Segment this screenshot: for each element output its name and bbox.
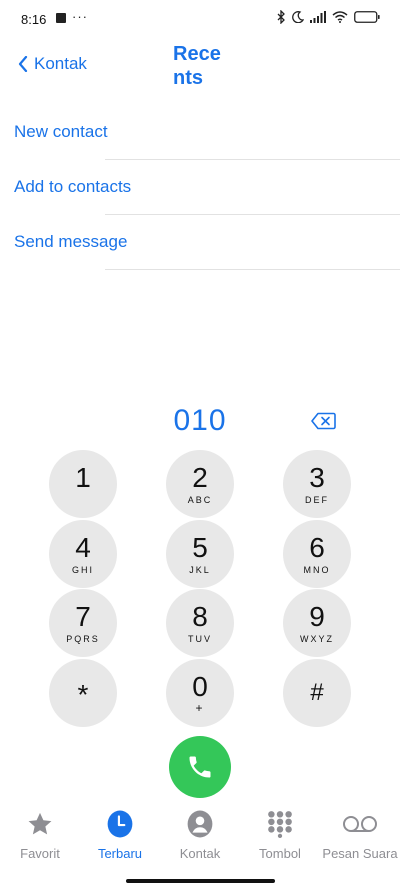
tab-label: Tombol (259, 846, 301, 861)
key-hash[interactable]: # (283, 659, 351, 727)
key-digit: 6 (309, 532, 325, 563)
battery-icon (354, 11, 380, 23)
keypad-icon (268, 811, 292, 838)
key-letters: GHI (71, 565, 94, 575)
tab-label: Favorit (20, 846, 60, 861)
tab-favorit[interactable]: Favorit (0, 806, 80, 861)
wifi-icon (332, 11, 348, 23)
key-1[interactable]: 1 (49, 450, 117, 518)
key-6[interactable]: 6 MNO (283, 520, 351, 588)
key-star[interactable]: * (49, 659, 117, 727)
send-message-label[interactable]: Send message (14, 232, 127, 252)
new-contact-item[interactable]: New contact (0, 105, 400, 160)
key-8[interactable]: 8 TUV (166, 589, 234, 657)
add-to-contacts-label[interactable]: Add to contacts (14, 177, 131, 197)
key-letters: PQRS (66, 634, 100, 644)
page-title: Recents (173, 43, 221, 89)
tab-label: Kontak (179, 846, 221, 861)
key-digit: 7 (75, 601, 91, 632)
tab-kontak[interactable]: Kontak (160, 806, 240, 861)
voicemail-icon (343, 816, 377, 832)
status-time: 8:16 (21, 12, 47, 27)
send-message-item[interactable]: Send message (0, 215, 400, 270)
call-button[interactable] (169, 736, 231, 798)
status-bar: 8:16 ··· (0, 0, 400, 38)
key-digit: 1 (75, 462, 91, 493)
key-digit: 4 (75, 532, 91, 563)
key-digit: # (310, 679, 324, 706)
tab-pesan-suara[interactable]: Pesan Suara (320, 806, 400, 861)
back-label: Kontak (34, 54, 87, 73)
key-digit: 3 (309, 462, 325, 493)
key-4[interactable]: 4 GHI (49, 520, 117, 588)
clock-icon (107, 810, 133, 838)
tab-label: Terbaru (97, 846, 143, 861)
tab-bar: Favorit Terbaru Kontak Tombol Pesan Suar… (0, 806, 400, 866)
key-digit: * (77, 679, 89, 710)
key-letters: WXYZ (300, 634, 334, 644)
tab-terbaru[interactable]: Terbaru (80, 806, 160, 861)
new-contact-label[interactable]: New contact (14, 122, 108, 142)
tab-label: Pesan Suara (322, 846, 398, 861)
divider (105, 269, 400, 270)
phone-icon (189, 756, 211, 778)
bluetooth-icon (277, 10, 285, 24)
key-letters: MNO (303, 565, 331, 575)
key-letters: DEF (305, 495, 329, 505)
key-digit: 2 (192, 462, 208, 493)
actions-menu: New contact Add to contacts Send message (0, 105, 400, 270)
more-notifications-icon: ··· (72, 9, 88, 24)
key-letters: TUV (188, 634, 212, 644)
person-icon (187, 810, 213, 838)
key-9[interactable]: 9 WXYZ (283, 589, 351, 657)
star-icon (28, 812, 52, 835)
dialed-number: 010 (173, 404, 227, 437)
key-digit: 0 (192, 671, 208, 702)
key-digit: 9 (309, 601, 325, 632)
key-digit: 8 (192, 601, 208, 632)
signal-icon (310, 11, 326, 23)
key-5[interactable]: 5 JKL (166, 520, 234, 588)
key-letters: ABC (187, 495, 213, 505)
key-2[interactable]: 2 ABC (166, 450, 234, 518)
key-digit: 5 (192, 532, 208, 563)
key-3[interactable]: 3 DEF (283, 450, 351, 518)
key-0[interactable]: 0 + (166, 659, 234, 727)
moon-icon (292, 11, 304, 23)
backspace-icon[interactable] (311, 412, 336, 430)
key-letters: JKL (189, 565, 211, 575)
chevron-left-icon (18, 56, 28, 72)
add-to-contacts-item[interactable]: Add to contacts (0, 160, 400, 215)
nav-bar: Kontak Recents (0, 38, 400, 100)
notification-icon (56, 13, 66, 23)
status-icons (277, 10, 380, 24)
number-display: 010 (0, 400, 400, 448)
back-button[interactable]: Kontak (18, 54, 87, 74)
home-indicator[interactable] (126, 879, 275, 883)
tab-tombol[interactable]: Tombol (240, 806, 320, 861)
key-letters: + (195, 701, 205, 715)
key-7[interactable]: 7 PQRS (49, 589, 117, 657)
